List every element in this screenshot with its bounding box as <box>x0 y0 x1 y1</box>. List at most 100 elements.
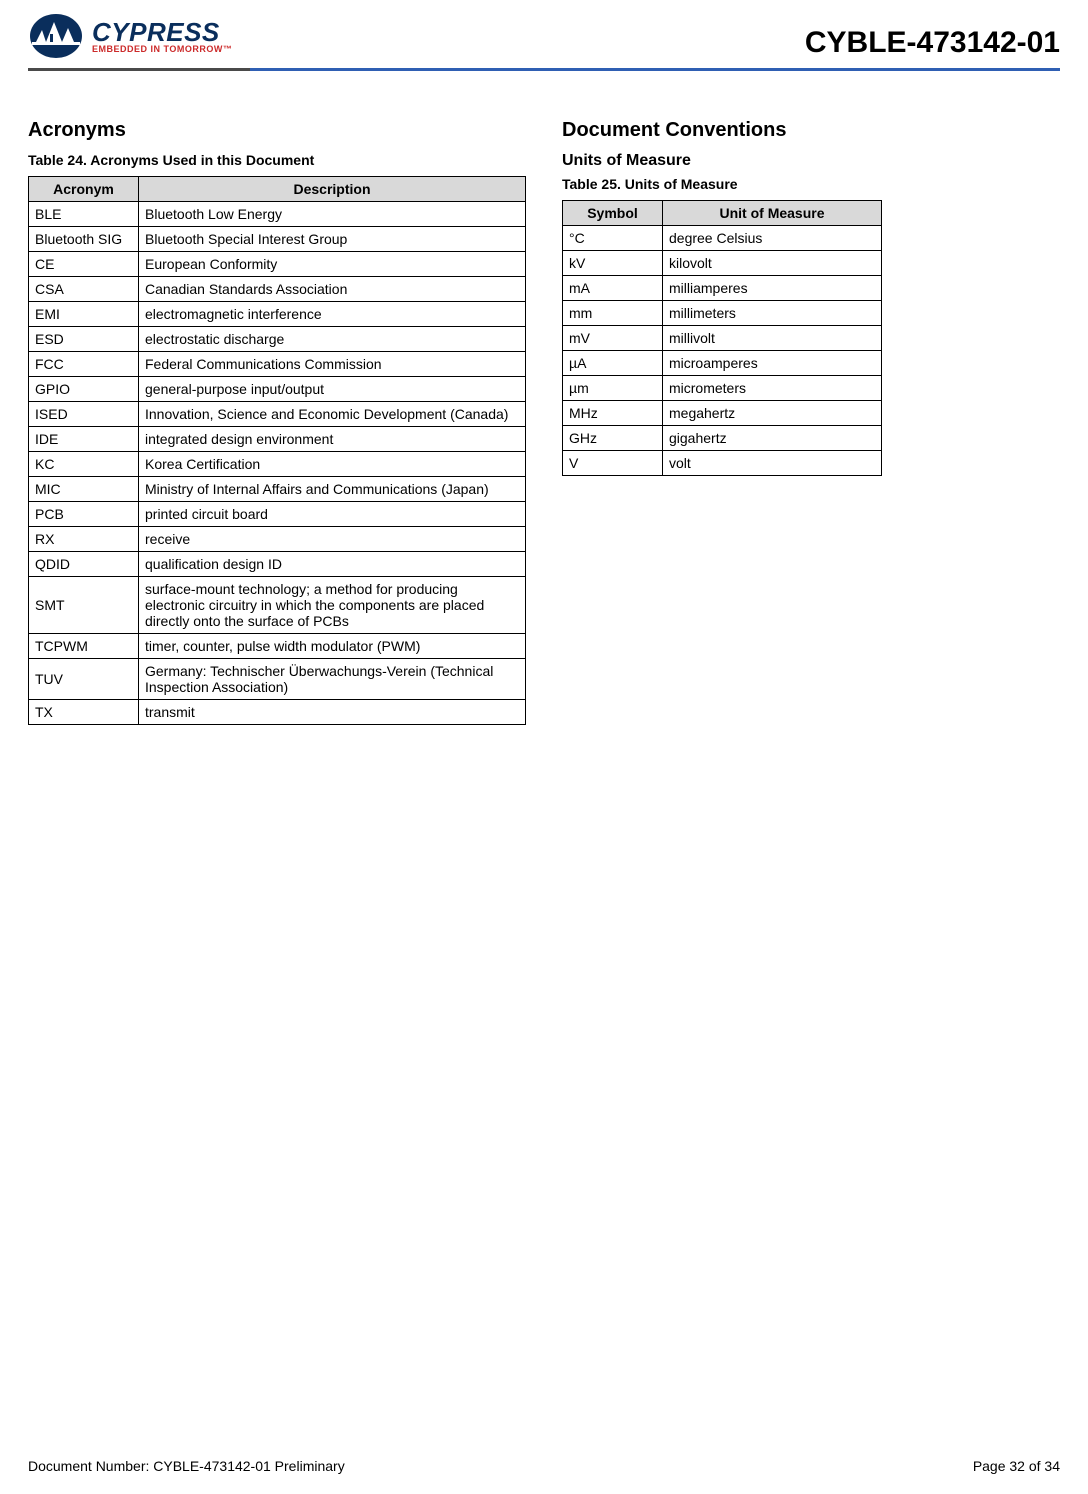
symbol-cell: mm <box>563 301 663 326</box>
table-row: KCKorea Certification <box>29 452 526 477</box>
acronym-cell: Bluetooth SIG <box>29 227 139 252</box>
table-24-caption: Table 24. Acronyms Used in this Document <box>28 152 526 168</box>
units-table: Symbol Unit of Measure °Cdegree Celsiusk… <box>562 200 882 476</box>
unit-cell: millimeters <box>663 301 882 326</box>
description-cell: European Conformity <box>139 252 526 277</box>
symbol-cell: µm <box>563 376 663 401</box>
acronym-cell: RX <box>29 527 139 552</box>
description-cell: surface-mount technology; a method for p… <box>139 577 526 634</box>
description-cell: Innovation, Science and Economic Develop… <box>139 402 526 427</box>
unit-cell: milliamperes <box>663 276 882 301</box>
description-cell: Korea Certification <box>139 452 526 477</box>
content-area: Acronyms Table 24. Acronyms Used in this… <box>28 119 1060 1448</box>
table-row: TCPWMtimer, counter, pulse width modulat… <box>29 634 526 659</box>
symbol-cell: mA <box>563 276 663 301</box>
acronym-cell: QDID <box>29 552 139 577</box>
unit-cell: megahertz <box>663 401 882 426</box>
page-footer: Document Number: CYBLE-473142-01 Prelimi… <box>28 1448 1060 1474</box>
acronym-cell: IDE <box>29 427 139 452</box>
cypress-logo-icon <box>28 12 84 60</box>
table-row: mVmillivolt <box>563 326 882 351</box>
table-row: IDEintegrated design environment <box>29 427 526 452</box>
table-row: RXreceive <box>29 527 526 552</box>
brand-word: CYPRESS <box>92 19 232 45</box>
symbol-cell: mV <box>563 326 663 351</box>
symbol-cell: MHz <box>563 401 663 426</box>
table-row: FCCFederal Communications Commission <box>29 352 526 377</box>
table-row: µAmicroamperes <box>563 351 882 376</box>
acronym-cell: PCB <box>29 502 139 527</box>
acronyms-table: Acronym Description BLEBluetooth Low Ene… <box>28 176 526 725</box>
acronym-cell: CSA <box>29 277 139 302</box>
description-cell: Bluetooth Low Energy <box>139 202 526 227</box>
acronym-cell: TUV <box>29 659 139 700</box>
doc-number: Document Number: CYBLE-473142-01 Prelimi… <box>28 1458 345 1474</box>
acronym-cell: KC <box>29 452 139 477</box>
table-row: °Cdegree Celsius <box>563 226 882 251</box>
table-row: kVkilovolt <box>563 251 882 276</box>
acronym-cell: SMT <box>29 577 139 634</box>
description-cell: electromagnetic interference <box>139 302 526 327</box>
conventions-heading: Document Conventions <box>562 119 1060 142</box>
table-row: µmmicrometers <box>563 376 882 401</box>
symbol-cell: GHz <box>563 426 663 451</box>
symbol-cell: °C <box>563 226 663 251</box>
brand-tagline: EMBEDDED IN TOMORROW™ <box>92 45 232 54</box>
description-cell: Federal Communications Commission <box>139 352 526 377</box>
unit-cell: degree Celsius <box>663 226 882 251</box>
document-title: CYBLE-473142-01 <box>805 26 1060 60</box>
table-row: ESDelectrostatic discharge <box>29 327 526 352</box>
th-unit: Unit of Measure <box>663 201 882 226</box>
acronym-cell: ISED <box>29 402 139 427</box>
table-row: PCBprinted circuit board <box>29 502 526 527</box>
th-acronym: Acronym <box>29 177 139 202</box>
description-cell: qualification design ID <box>139 552 526 577</box>
unit-cell: millivolt <box>663 326 882 351</box>
table-row: CSACanadian Standards Association <box>29 277 526 302</box>
symbol-cell: kV <box>563 251 663 276</box>
acronym-cell: CE <box>29 252 139 277</box>
table-row: QDIDqualification design ID <box>29 552 526 577</box>
acronyms-heading: Acronyms <box>28 119 526 142</box>
th-symbol: Symbol <box>563 201 663 226</box>
table-row: MICMinistry of Internal Affairs and Comm… <box>29 477 526 502</box>
acronym-cell: FCC <box>29 352 139 377</box>
acronym-cell: MIC <box>29 477 139 502</box>
brand-logo: CYPRESS EMBEDDED IN TOMORROW™ <box>28 12 232 60</box>
unit-cell: microamperes <box>663 351 882 376</box>
description-cell: receive <box>139 527 526 552</box>
table-row: TUVGermany: Technischer Überwachungs-Ver… <box>29 659 526 700</box>
table-row: BLEBluetooth Low Energy <box>29 202 526 227</box>
unit-cell: micrometers <box>663 376 882 401</box>
unit-cell: volt <box>663 451 882 476</box>
description-cell: Bluetooth Special Interest Group <box>139 227 526 252</box>
page-info: Page 32 of 34 <box>973 1458 1060 1474</box>
table-row: Vvolt <box>563 451 882 476</box>
acronym-cell: GPIO <box>29 377 139 402</box>
table-row: GHzgigahertz <box>563 426 882 451</box>
table-row: SMTsurface-mount technology; a method fo… <box>29 577 526 634</box>
left-column: Acronyms Table 24. Acronyms Used in this… <box>28 119 526 725</box>
description-cell: Canadian Standards Association <box>139 277 526 302</box>
table-row: Bluetooth SIGBluetooth Special Interest … <box>29 227 526 252</box>
table-row: MHzmegahertz <box>563 401 882 426</box>
description-cell: Ministry of Internal Affairs and Communi… <box>139 477 526 502</box>
description-cell: printed circuit board <box>139 502 526 527</box>
units-subheading: Units of Measure <box>562 152 1060 170</box>
table-row: EMIelectromagnetic interference <box>29 302 526 327</box>
page-header: CYPRESS EMBEDDED IN TOMORROW™ CYBLE-4731… <box>28 12 1060 64</box>
symbol-cell: µA <box>563 351 663 376</box>
table-row: mmmillimeters <box>563 301 882 326</box>
description-cell: general-purpose input/output <box>139 377 526 402</box>
description-cell: integrated design environment <box>139 427 526 452</box>
table-25-caption: Table 25. Units of Measure <box>562 176 1060 192</box>
table-row: mAmilliamperes <box>563 276 882 301</box>
description-cell: electrostatic discharge <box>139 327 526 352</box>
symbol-cell: V <box>563 451 663 476</box>
table-row: GPIOgeneral-purpose input/output <box>29 377 526 402</box>
description-cell: timer, counter, pulse width modulator (P… <box>139 634 526 659</box>
table-row: ISEDInnovation, Science and Economic Dev… <box>29 402 526 427</box>
acronym-cell: BLE <box>29 202 139 227</box>
header-rule <box>28 68 1060 71</box>
acronym-cell: TCPWM <box>29 634 139 659</box>
